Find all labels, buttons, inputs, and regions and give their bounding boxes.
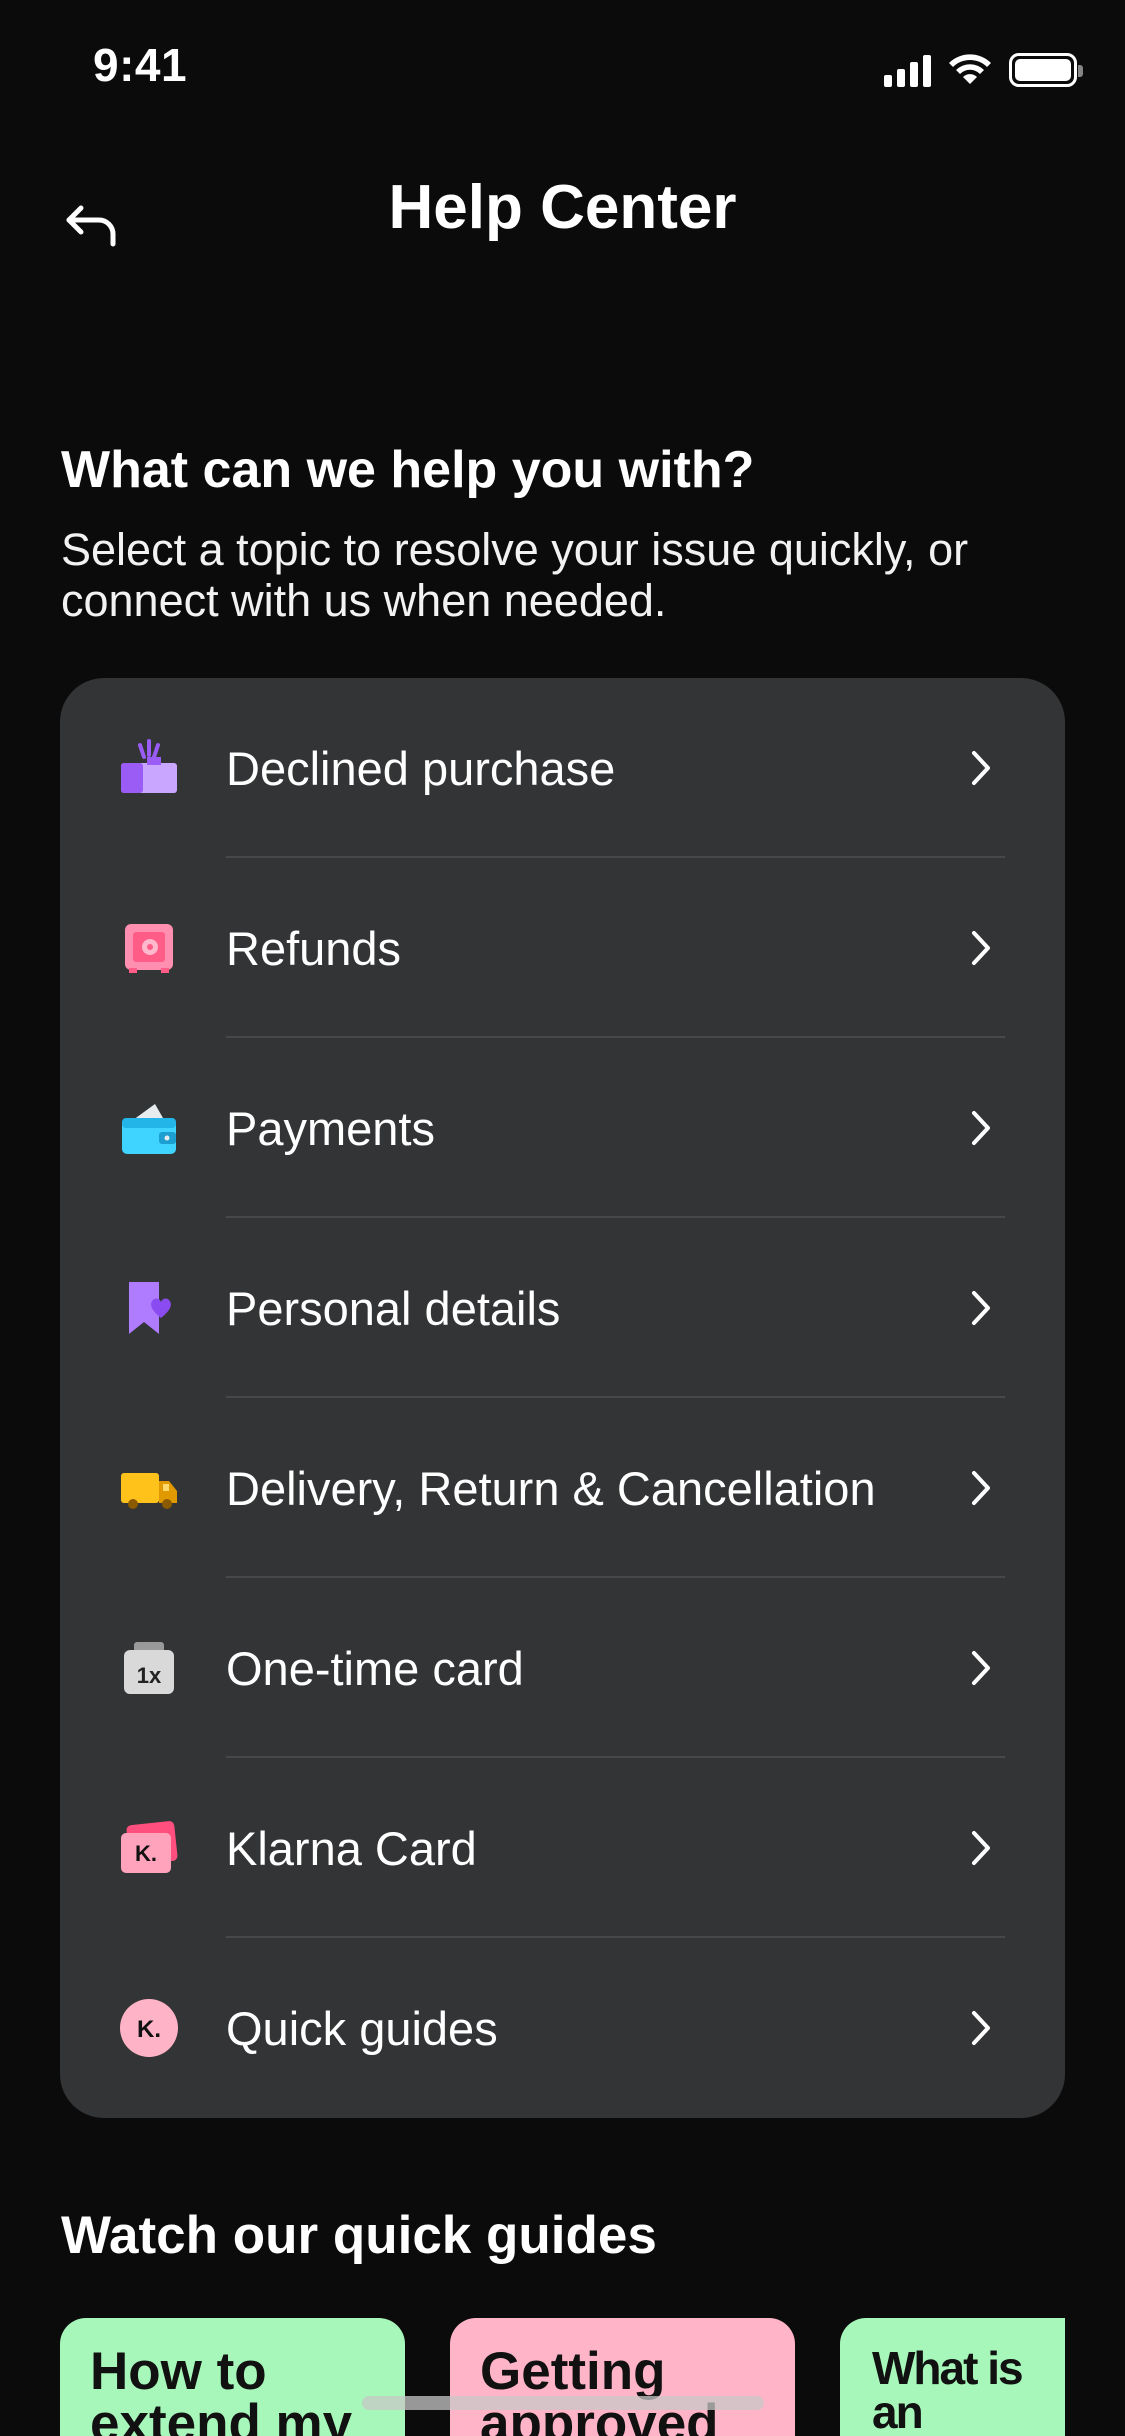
battery-icon (1009, 53, 1083, 87)
svg-text:K.: K. (135, 1841, 157, 1866)
topic-delivery-return-cancellation[interactable]: Delivery, Return & Cancellation (60, 1398, 1065, 1578)
topics-list: Declined purchase Refunds Payments Perso… (60, 678, 1065, 2118)
topic-payments[interactable]: Payments (60, 1038, 1065, 1218)
guide-card[interactable]: Getting approved to (450, 2318, 795, 2436)
topic-one-time-card[interactable]: 1x One-time card (60, 1578, 1065, 1758)
topic-quick-guides[interactable]: K. Quick guides (60, 1938, 1065, 2118)
topic-label: Payments (226, 1101, 435, 1155)
klarna-badge-icon: K. (116, 1995, 182, 2061)
guide-card-title: How to extend my (90, 2342, 353, 2436)
klarna-card-icon: K. (116, 1815, 182, 1881)
topic-label: Refunds (226, 921, 402, 975)
topic-label: Delivery, Return & Cancellation (226, 1461, 876, 1515)
chevron-right-icon (967, 1828, 995, 1868)
navigation-bar: Help Center (0, 150, 1125, 280)
help-center-screen: 9:41 Help Center What can we help you wi… (0, 0, 1125, 2436)
help-heading: What can we help you with? (61, 441, 755, 499)
declined-purchase-icon (116, 735, 182, 801)
chevron-right-icon (967, 1288, 995, 1328)
page-title: Help Center (388, 173, 737, 242)
topic-label: Personal details (226, 1281, 561, 1335)
help-subtitle: Select a topic to resolve your issue qui… (61, 524, 969, 626)
cellular-signal-icon (884, 53, 931, 87)
chevron-right-icon (967, 2008, 995, 2048)
guide-card[interactable]: How to extend my (60, 2318, 405, 2436)
truck-icon (116, 1455, 182, 1521)
topic-label: Declined purchase (226, 741, 616, 795)
topic-declined-purchase[interactable]: Declined purchase (60, 678, 1065, 858)
svg-text:K.: K. (137, 2016, 161, 2043)
topic-refunds[interactable]: Refunds (60, 858, 1065, 1038)
status-icons (884, 50, 1083, 90)
chevron-right-icon (967, 748, 995, 788)
chevron-right-icon (967, 1108, 995, 1148)
guide-card-title: Getting approved to (480, 2342, 719, 2436)
chevron-right-icon (967, 1468, 995, 1508)
home-indicator (362, 2396, 764, 2410)
status-bar: 9:41 (0, 0, 1125, 140)
guide-card[interactable]: What is an authorisation hold? (840, 2318, 1065, 2436)
chevron-right-icon (967, 928, 995, 968)
topic-label: Klarna Card (226, 1821, 477, 1875)
wallet-icon (116, 1095, 182, 1161)
status-time: 9:41 (93, 39, 188, 91)
bookmark-heart-icon (116, 1275, 182, 1341)
chevron-right-icon (967, 1648, 995, 1688)
one-time-card-icon: 1x (116, 1635, 182, 1701)
wifi-icon (949, 54, 991, 84)
safe-icon (116, 915, 182, 981)
topic-label: Quick guides (226, 2001, 498, 2055)
topic-label: One-time card (226, 1641, 524, 1695)
topic-klarna-card[interactable]: K. Klarna Card (60, 1758, 1065, 1938)
guides-heading: Watch our quick guides (61, 2206, 657, 2265)
topic-personal-details[interactable]: Personal details (60, 1218, 1065, 1398)
guide-card-title: What is an authorisation hold? (872, 2342, 1065, 2436)
svg-text:1x: 1x (137, 1663, 162, 1688)
